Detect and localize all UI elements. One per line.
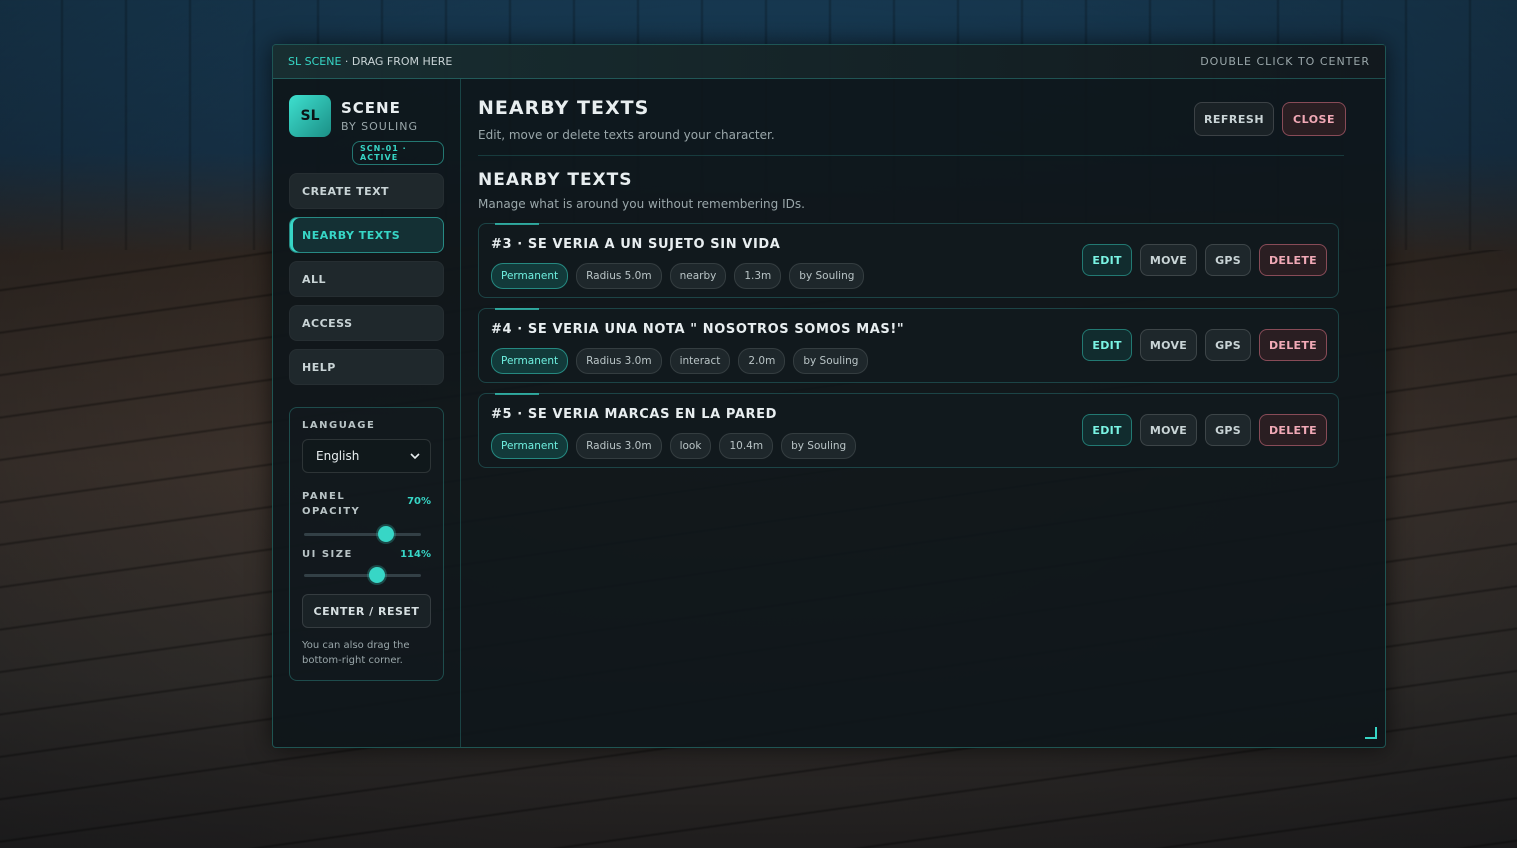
text-item-actions: EDIT MOVE GPS DELETE: [1082, 414, 1327, 446]
opacity-slider-handle[interactable]: [377, 526, 394, 542]
tag-author: by Souling: [789, 263, 865, 289]
close-button[interactable]: CLOSE: [1282, 102, 1346, 136]
scene-panel: SL SCENE · DRAG FROM HERE DOUBLE CLICK T…: [272, 44, 1386, 748]
settings-box: LANGUAGE English PANEL OPACITY 70% UI SI…: [289, 407, 444, 681]
list-item: #4 · SE VERIA UNA NOTA " NOSOTROS SOMOS …: [478, 308, 1339, 383]
delete-button[interactable]: DELETE: [1259, 244, 1327, 276]
brand-title: SCENE: [341, 99, 401, 117]
gps-button[interactable]: GPS: [1205, 329, 1251, 361]
page-title: NEARBY TEXTS: [478, 97, 650, 119]
text-item-actions: EDIT MOVE GPS DELETE: [1082, 244, 1327, 276]
titlebar-drag-hint: · DRAG FROM HERE: [341, 55, 453, 68]
resize-note: You can also drag the bottom-right corne…: [302, 640, 410, 666]
main-content: NEARBY TEXTS Edit, move or delete texts …: [478, 79, 1346, 747]
ui-size-row: UI SIZE 114%: [302, 549, 431, 560]
tag-mode: nearby: [669, 263, 727, 289]
section-subtitle: Manage what is around you without rememb…: [478, 197, 805, 211]
sidebar-item-create-text[interactable]: CREATE TEXT: [289, 173, 444, 209]
center-reset-button[interactable]: CENTER / RESET: [302, 594, 431, 628]
opacity-value: 70%: [407, 496, 431, 507]
tag-author: by Souling: [793, 348, 869, 374]
opacity-row: PANEL OPACITY 70%: [302, 489, 431, 519]
sidebar-item-help[interactable]: HELP: [289, 349, 444, 385]
tag-type: Permanent: [491, 348, 569, 374]
edit-button[interactable]: EDIT: [1082, 414, 1132, 446]
list-item: #5 · SE VERIA MARCAS EN LA PARED Permane…: [478, 393, 1339, 468]
panel-titlebar[interactable]: SL SCENE · DRAG FROM HERE DOUBLE CLICK T…: [273, 45, 1385, 79]
tag-author: by Souling: [781, 433, 857, 459]
sidebar-nav: CREATE TEXT NEARBY TEXTS ALL ACCESS HELP: [289, 173, 444, 385]
titlebar-left: SL SCENE · DRAG FROM HERE: [288, 55, 452, 68]
brand-subtitle: BY SOULING: [341, 120, 418, 133]
language-label: LANGUAGE: [302, 420, 376, 431]
text-item-tags: Permanent Radius 5.0m nearby 1.3m by Sou…: [491, 263, 865, 289]
brand-text: SCENE BY SOULING: [341, 99, 418, 133]
sidebar-item-nearby-texts[interactable]: NEARBY TEXTS: [289, 217, 444, 253]
tag-distance: 10.4m: [719, 433, 774, 459]
logo: SL: [289, 95, 331, 137]
tag-type: Permanent: [491, 433, 569, 459]
titlebar-brand: SL SCENE: [288, 55, 342, 68]
main-header: NEARBY TEXTS Edit, move or delete texts …: [478, 79, 1346, 156]
list-item: #3 · SE VERIA A UN SUJETO SIN VIDA Perma…: [478, 223, 1339, 298]
text-item-tags: Permanent Radius 3.0m look 10.4m by Soul…: [491, 433, 857, 459]
text-item-title: #4 · SE VERIA UNA NOTA " NOSOTROS SOMOS …: [491, 322, 905, 337]
delete-button[interactable]: DELETE: [1259, 329, 1327, 361]
refresh-button[interactable]: REFRESH: [1194, 102, 1274, 136]
gps-button[interactable]: GPS: [1205, 414, 1251, 446]
text-item-title: #5 · SE VERIA MARCAS EN LA PARED: [491, 407, 778, 422]
text-item-actions: EDIT MOVE GPS DELETE: [1082, 329, 1327, 361]
tag-radius: Radius 3.0m: [576, 348, 662, 374]
ui-size-slider-handle[interactable]: [368, 567, 385, 583]
opacity-slider-track[interactable]: [304, 533, 421, 536]
ui-size-slider[interactable]: [302, 564, 431, 586]
page-subtitle: Edit, move or delete texts around your c…: [478, 128, 775, 142]
language-value: English: [316, 449, 360, 463]
sidebar-item-access[interactable]: ACCESS: [289, 305, 444, 341]
section-title: NEARBY TEXTS: [478, 170, 633, 190]
move-button[interactable]: MOVE: [1139, 329, 1198, 361]
text-item-title: #3 · SE VERIA A UN SUJETO SIN VIDA: [491, 237, 781, 252]
tag-mode: look: [669, 433, 712, 459]
move-button[interactable]: MOVE: [1139, 244, 1198, 276]
tag-distance: 2.0m: [738, 348, 786, 374]
tag-mode: interact: [669, 348, 731, 374]
tag-radius: Radius 3.0m: [576, 433, 662, 459]
language-select[interactable]: English: [302, 439, 431, 473]
text-item-tags: Permanent Radius 3.0m interact 2.0m by S…: [491, 348, 869, 374]
status-badge: SCN-01 · ACTIVE: [352, 141, 444, 165]
opacity-slider[interactable]: [302, 523, 431, 545]
titlebar-center-hint: DOUBLE CLICK TO CENTER: [1200, 55, 1370, 68]
tag-radius: Radius 5.0m: [576, 263, 662, 289]
gps-button[interactable]: GPS: [1205, 244, 1251, 276]
move-button[interactable]: MOVE: [1139, 414, 1198, 446]
ui-size-label: UI SIZE: [302, 549, 353, 560]
ui-size-value: 114%: [400, 549, 431, 560]
sidebar-item-all[interactable]: ALL: [289, 261, 444, 297]
tag-type: Permanent: [491, 263, 569, 289]
sidebar: SL SCENE BY SOULING SCN-01 · ACTIVE CREA…: [273, 79, 461, 747]
delete-button[interactable]: DELETE: [1259, 414, 1327, 446]
edit-button[interactable]: EDIT: [1082, 244, 1132, 276]
opacity-label: PANEL OPACITY: [302, 491, 361, 517]
chevron-down-icon: [410, 449, 420, 463]
edit-button[interactable]: EDIT: [1082, 329, 1132, 361]
brand-row: SL SCENE BY SOULING: [289, 95, 444, 137]
nearby-texts-list: #3 · SE VERIA A UN SUJETO SIN VIDA Perma…: [478, 223, 1339, 468]
resize-grip-icon[interactable]: [1365, 727, 1377, 739]
ui-size-slider-track[interactable]: [304, 574, 421, 577]
tag-distance: 1.3m: [734, 263, 782, 289]
